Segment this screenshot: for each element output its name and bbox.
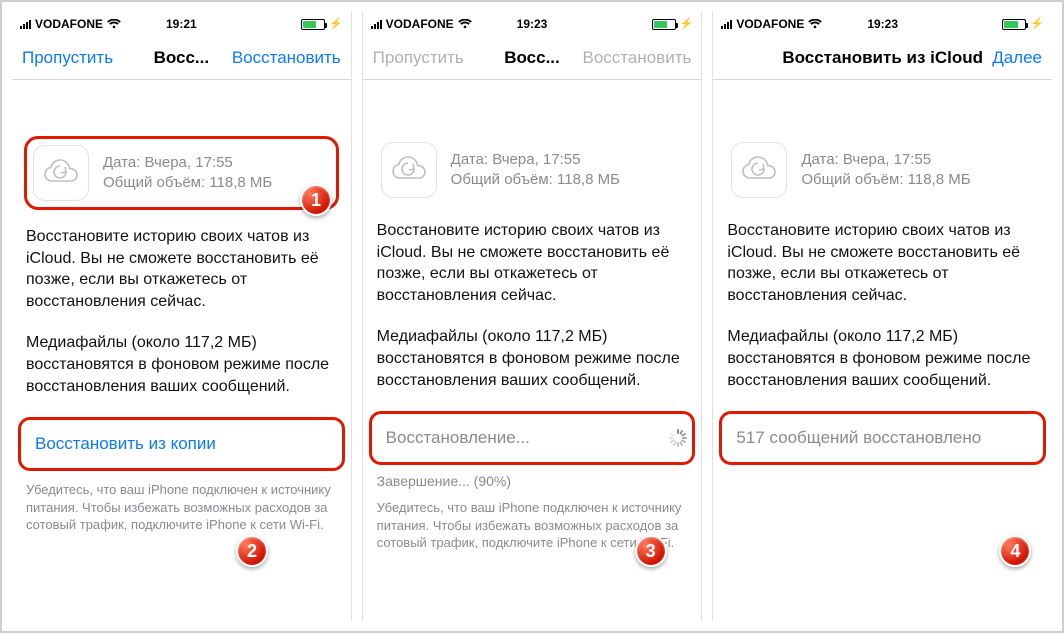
charging-icon: ⚡ (329, 19, 343, 30)
nav-bar: Пропустить Восс... Восстановить (12, 36, 351, 80)
completion-progress: Завершение... (90%) (377, 473, 688, 489)
nav-bar: Пропустить Восс... Восстановить (363, 36, 702, 80)
clock: 19:21 (166, 17, 197, 31)
cloud-restore-icon (381, 142, 437, 198)
nav-restore-button[interactable]: Восстановить (232, 48, 341, 68)
status-right: ⚡ (301, 19, 343, 30)
cloud-restore-icon (731, 142, 787, 198)
restore-action-highlight: 517 сообщений восстановлено (719, 411, 1046, 465)
charging-icon: ⚡ (680, 19, 694, 30)
restore-description: Восстановите историю своих чатов из iClo… (727, 220, 1038, 306)
restore-from-copy-button[interactable]: Восстановить из копии (21, 420, 342, 468)
restore-action-highlight: Восстановить из копии (18, 417, 345, 471)
clock: 19:23 (517, 17, 548, 31)
backup-info-box: Дата: Вчера, 17:55 Общий объём: 118,8 МБ (375, 136, 690, 204)
nav-skip-button[interactable]: Пропустить (22, 48, 113, 68)
phone-screen-3: VODAFONE 19:23 ⚡ Восстановить из iCloud … (712, 12, 1052, 621)
carrier: VODAFONE (721, 17, 822, 31)
restoring-status-row: Восстановление... (372, 414, 693, 462)
signal-icon (371, 19, 382, 29)
signal-icon (721, 19, 732, 29)
restore-description: Восстановите историю своих чатов из iClo… (377, 220, 688, 306)
clock: 19:23 (867, 17, 898, 31)
content: Дата: Вчера, 17:55 Общий объём: 118,8 МБ… (363, 80, 702, 621)
callout-badge-3: 3 (635, 535, 667, 567)
status-bar: VODAFONE 19:23 ⚡ (363, 12, 702, 36)
callout-badge-4: 4 (999, 535, 1031, 567)
backup-date: Дата: Вчера, 17:55 (451, 150, 620, 170)
restoring-label: Восстановление... (386, 428, 530, 448)
phone-screen-1: VODAFONE 19:21 ⚡ Пропустить Восс... Восс… (12, 12, 352, 621)
status-right: ⚡ (652, 19, 694, 30)
nav-title: Восстановить из iCloud (782, 48, 983, 68)
nav-skip-button: Пропустить (373, 48, 464, 68)
nav-title: Восс... (154, 48, 210, 68)
nav-bar: Восстановить из iCloud Далее (713, 36, 1052, 80)
wifi-icon (458, 19, 472, 29)
signal-icon (20, 19, 31, 29)
restored-count-label: 517 сообщений восстановлено (736, 428, 981, 448)
restore-action-label: Восстановить из копии (35, 434, 216, 454)
status-right: ⚡ (1002, 19, 1044, 30)
charging-icon: ⚡ (1030, 19, 1044, 30)
wifi-power-note: Убедитесь, что ваш iPhone подключен к ис… (26, 481, 337, 534)
status-bar: VODAFONE 19:23 ⚡ (713, 12, 1052, 36)
status-bar: VODAFONE 19:21 ⚡ (12, 12, 351, 36)
nav-title: Восс... (504, 48, 560, 68)
battery-icon (1002, 19, 1026, 30)
carrier-name: VODAFONE (736, 17, 804, 31)
media-note: Медиафайлы (около 117,2 МБ) восстановятс… (26, 332, 337, 397)
backup-size: Общий объём: 118,8 МБ (451, 170, 620, 190)
carrier-name: VODAFONE (35, 17, 103, 31)
content: Дата: Вчера, 17:55 Общий объём: 118,8 МБ… (12, 80, 351, 621)
backup-size: Общий объём: 118,8 МБ (801, 170, 970, 190)
restored-count-row: 517 сообщений восстановлено (722, 414, 1043, 462)
backup-info-box[interactable]: Дата: Вчера, 17:55 Общий объём: 118,8 МБ (24, 136, 339, 210)
phone-screen-2: VODAFONE 19:23 ⚡ Пропустить Восс... Восс… (362, 12, 703, 621)
carrier: VODAFONE (20, 17, 121, 31)
nav-next-button[interactable]: Далее (992, 48, 1042, 68)
backup-meta: Дата: Вчера, 17:55 Общий объём: 118,8 МБ (103, 153, 272, 194)
battery-icon (652, 19, 676, 30)
restore-description: Восстановите историю своих чатов из iClo… (26, 226, 337, 312)
backup-size: Общий объём: 118,8 МБ (103, 173, 272, 193)
backup-meta: Дата: Вчера, 17:55 Общий объём: 118,8 МБ (451, 150, 620, 191)
backup-date: Дата: Вчера, 17:55 (801, 150, 970, 170)
carrier: VODAFONE (371, 17, 472, 31)
content: Дата: Вчера, 17:55 Общий объём: 118,8 МБ… (713, 80, 1052, 621)
media-note: Медиафайлы (около 117,2 МБ) восстановятс… (377, 326, 688, 391)
callout-badge-1: 1 (300, 184, 332, 216)
backup-info-box: Дата: Вчера, 17:55 Общий объём: 118,8 МБ (725, 136, 1040, 204)
wifi-icon (107, 19, 121, 29)
restore-action-highlight: Восстановление... (369, 411, 696, 465)
wifi-icon (808, 19, 822, 29)
backup-date: Дата: Вчера, 17:55 (103, 153, 272, 173)
battery-icon (301, 19, 325, 30)
backup-meta: Дата: Вчера, 17:55 Общий объём: 118,8 МБ (801, 150, 970, 191)
media-note: Медиафайлы (около 117,2 МБ) восстановятс… (727, 326, 1038, 391)
nav-restore-button: Восстановить (582, 48, 691, 68)
cloud-restore-icon (33, 145, 89, 201)
carrier-name: VODAFONE (386, 17, 454, 31)
three-phone-stage: VODAFONE 19:21 ⚡ Пропустить Восс... Восс… (0, 0, 1064, 633)
callout-badge-2: 2 (236, 535, 268, 567)
